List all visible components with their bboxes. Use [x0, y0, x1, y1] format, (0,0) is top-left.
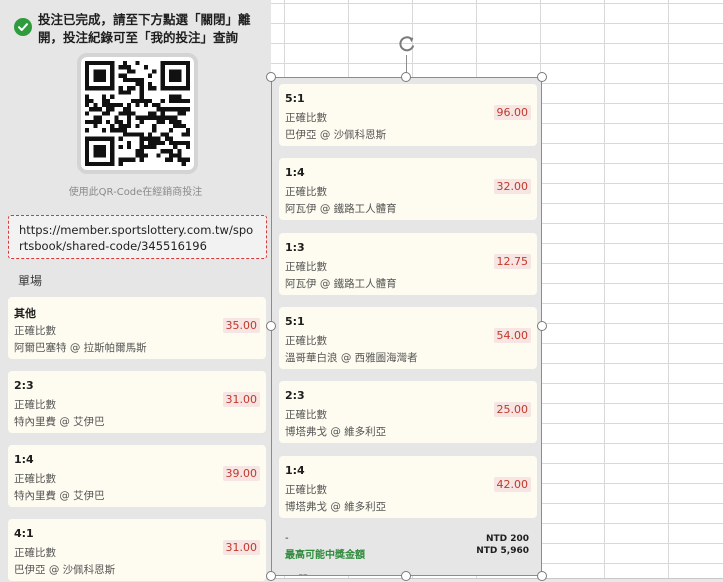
bet-receipt-left-panel: 投注已完成，請至下方點選「關閉」離開，投注紀錄可至「我的投注」查詢 使用此QR-… — [0, 0, 271, 582]
section-title-single: 單場 — [18, 274, 43, 288]
rotate-handle-stem — [406, 55, 407, 73]
bet-odds: 35.00 — [222, 318, 260, 333]
bet-odds: 31.00 — [222, 540, 260, 555]
max-payout-label: 最高可能中獎金額 — [285, 550, 365, 561]
bet-odds: 31.00 — [222, 392, 260, 407]
bet-card: 5:1 正確比數 溫哥華白浪 @ 西雅圖海灣者 54.00 — [279, 307, 537, 369]
bet-odds: 32.00 — [493, 179, 531, 194]
bet-card: 5:1 正確比數 巴伊亞 @ 沙佩科恩斯 96.00 — [279, 84, 537, 146]
bet-selection: 1:4 — [285, 464, 305, 477]
truncated-section-title: 下門 — [288, 571, 308, 575]
resize-handle-bottom-right[interactable] — [537, 571, 547, 581]
bet-card: 2:3 正確比數 博塔弗戈 @ 維多利亞 25.00 — [279, 381, 537, 443]
bet-match: 博塔弗戈 @ 維多利亞 — [285, 501, 387, 513]
bet-selection: 1:4 — [285, 166, 305, 179]
resize-handle-top[interactable] — [401, 72, 411, 82]
bet-card: 1:4 正確比數 阿瓦伊 @ 鐵路工人體育 32.00 — [279, 158, 537, 220]
bet-odds: 96.00 — [493, 105, 531, 120]
success-message-row: 投注已完成，請至下方點選「關閉」離開，投注紀錄可至「我的投注」查詢 — [14, 11, 260, 47]
bet-market: 正確比數 — [14, 473, 56, 485]
bet-match: 溫哥華白浪 @ 西雅圖海灣者 — [285, 352, 418, 364]
bet-market: 正確比數 — [14, 547, 56, 559]
bet-match: 特內里費 @ 艾伊巴 — [14, 416, 105, 428]
bet-selection: 5:1 — [285, 92, 305, 105]
success-message: 投注已完成，請至下方點選「關閉」離開，投注紀錄可至「我的投注」查詢 — [38, 12, 251, 45]
bet-match: 巴伊亞 @ 沙佩科恩斯 — [14, 564, 116, 576]
bet-selection: 4:1 — [14, 527, 34, 540]
bet-match: 特內里費 @ 艾伊巴 — [14, 490, 105, 502]
bet-selection: 1:4 — [14, 453, 34, 466]
bet-card: 1:4 正確比數 特內里費 @ 艾伊巴 39.00 — [8, 445, 266, 507]
bet-selection: 2:3 — [14, 379, 34, 392]
rotate-icon[interactable] — [396, 33, 418, 55]
bet-match: 巴伊亞 @ 沙佩科恩斯 — [285, 129, 387, 141]
share-url-link[interactable]: https://member.sportslottery.com.tw/spor… — [8, 215, 267, 259]
bet-market: 正確比數 — [285, 484, 327, 496]
bet-market: 正確比數 — [14, 399, 56, 411]
resize-handle-right[interactable] — [537, 321, 547, 331]
bet-odds: 39.00 — [222, 466, 260, 481]
resize-handle-bottom-left[interactable] — [266, 571, 276, 581]
bet-match: 阿瓦伊 @ 鐵路工人體育 — [285, 203, 397, 215]
check-circle-icon — [14, 18, 32, 36]
bet-match: 阿爾巴塞特 @ 拉斯帕爾馬斯 — [14, 342, 147, 354]
max-payout-amount: NTD 5,960 — [476, 546, 529, 556]
bet-market: 正確比數 — [285, 409, 327, 421]
bet-market: 正確比數 — [285, 335, 327, 347]
summary-dash: - — [285, 533, 289, 544]
bet-selection: 其他 — [14, 307, 36, 320]
bet-card: 其他 正確比數 阿爾巴塞特 @ 拉斯帕爾馬斯 35.00 — [8, 297, 266, 359]
bet-odds: 25.00 — [493, 402, 531, 417]
bet-selection: 1:3 — [285, 241, 305, 254]
bet-match: 阿瓦伊 @ 鐵路工人體育 — [285, 278, 397, 290]
resize-handle-left[interactable] — [266, 321, 276, 331]
bet-match: 博塔弗戈 @ 維多利亞 — [285, 426, 387, 438]
qr-caption: 使用此QR-Code在經銷商投注 — [68, 187, 203, 198]
bet-odds: 42.00 — [493, 477, 531, 492]
bet-odds: 54.00 — [493, 328, 531, 343]
bet-market: 正確比數 — [14, 325, 56, 337]
bet-market: 正確比數 — [285, 112, 327, 124]
bet-card: 4:1 正確比數 巴伊亞 @ 沙佩科恩斯 31.00 — [8, 519, 266, 581]
qr-code — [77, 53, 198, 174]
resize-handle-top-right[interactable] — [537, 72, 547, 82]
bet-selection: 5:1 — [285, 315, 305, 328]
stake-amount: NTD 200 — [485, 534, 529, 544]
bet-market: 正確比數 — [285, 261, 327, 273]
resize-handle-bottom[interactable] — [401, 571, 411, 581]
bet-receipt-right-panel[interactable]: 5:1 正確比數 巴伊亞 @ 沙佩科恩斯 96.00 1:4 正確比數 阿瓦伊 … — [271, 77, 542, 576]
resize-handle-top-left[interactable] — [266, 72, 276, 82]
bet-card: 2:3 正確比數 特內里費 @ 艾伊巴 31.00 — [8, 371, 266, 433]
bet-odds: 12.75 — [493, 254, 531, 269]
bet-card: 1:4 正確比數 博塔弗戈 @ 維多利亞 42.00 — [279, 456, 537, 518]
bet-selection: 2:3 — [285, 389, 305, 402]
bet-card: 1:3 正確比數 阿瓦伊 @ 鐵路工人體育 12.75 — [279, 233, 537, 295]
bet-market: 正確比數 — [285, 186, 327, 198]
